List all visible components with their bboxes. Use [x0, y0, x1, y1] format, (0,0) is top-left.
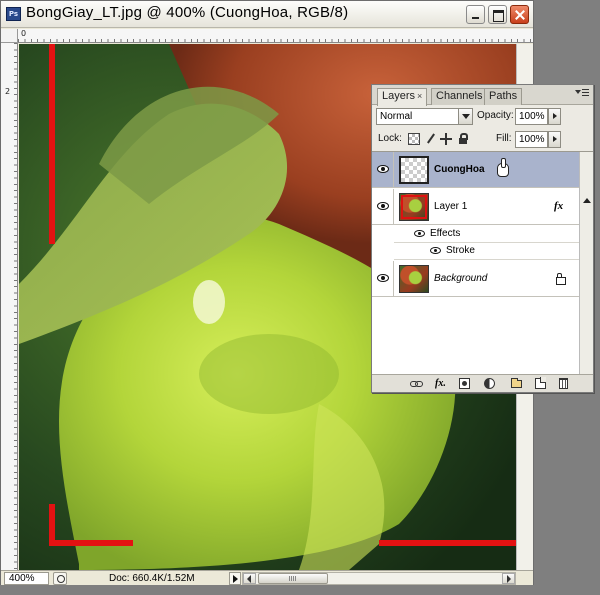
eye-icon[interactable] [377, 165, 389, 173]
visibility-cell[interactable] [372, 189, 394, 224]
tab-layers-label: Layers [382, 90, 416, 102]
scroll-left-button[interactable] [243, 573, 256, 584]
tab-close-icon[interactable]: × [417, 91, 422, 101]
minimize-button[interactable] [466, 5, 485, 24]
scroll-up-arrow-icon[interactable] [583, 198, 591, 203]
chevron-down-icon[interactable] [458, 109, 472, 124]
scroll-thumb[interactable] [258, 573, 328, 584]
new-layer-icon[interactable] [535, 377, 546, 389]
layers-panel: Layers × Channels Paths Normal Opacity: 1… [371, 84, 594, 393]
lock-transparency-icon[interactable] [408, 133, 420, 145]
fill-slider-arrow-icon[interactable] [548, 131, 561, 148]
visibility-cell[interactable] [372, 261, 394, 296]
effects-label: Effects [430, 228, 461, 239]
layer-row-cuonghoa[interactable]: CuongHoa [372, 152, 579, 188]
eye-icon[interactable] [377, 274, 389, 282]
lock-position-move-icon[interactable] [440, 133, 452, 145]
ruler-origin[interactable] [1, 29, 18, 43]
panel-menu-icon[interactable] [575, 89, 589, 101]
tab-channels[interactable]: Channels [431, 88, 488, 105]
photoshop-app-icon: Ps [6, 7, 21, 21]
lock-icon [556, 273, 566, 285]
horizontal-scrollbar[interactable] [242, 572, 516, 585]
layer-effects-fx-icon[interactable]: fx [554, 200, 563, 212]
lock-label: Lock: [378, 133, 402, 144]
layers-list: CuongHoa Layer 1 fx Effects Stroke Backg… [372, 151, 593, 375]
eye-icon[interactable] [377, 202, 389, 210]
stroke-effect-row[interactable]: Stroke [394, 243, 579, 260]
adjustment-layer-icon[interactable] [484, 378, 495, 389]
layer-thumbnail [399, 193, 429, 221]
photoshop-workspace: Ps BongGiay_LT.jpg @ 400% (CuongHoa, RGB… [0, 0, 600, 595]
layer-row-layer-1[interactable]: Layer 1 fx [372, 189, 579, 225]
panel-tab-bar: Layers × Channels Paths [372, 85, 593, 106]
lock-pixels-brush-icon[interactable] [425, 133, 437, 145]
layer-thumbnail [399, 156, 429, 184]
lock-all-icon[interactable] [457, 133, 469, 145]
layer-name: Layer 1 [434, 201, 468, 212]
layer-thumbnail [399, 265, 429, 293]
fill-label: Fill: [496, 133, 512, 144]
horizontal-ruler[interactable]: 0 [18, 29, 533, 43]
doc-size-info: Doc: 660.4K/1.52M [109, 573, 195, 584]
scroll-right-button[interactable] [502, 573, 515, 584]
new-group-icon[interactable] [511, 378, 522, 388]
blend-mode-value: Normal [380, 111, 413, 122]
zoom-level-field[interactable]: 400% [4, 572, 49, 585]
layers-scrollbar[interactable] [579, 152, 593, 375]
eye-icon[interactable] [430, 247, 441, 254]
add-mask-icon[interactable] [459, 378, 470, 389]
status-info-icon[interactable] [53, 572, 67, 585]
trash-icon[interactable] [559, 378, 568, 389]
eye-icon[interactable] [414, 230, 425, 237]
status-menu-arrow-icon[interactable] [229, 572, 241, 585]
effects-row[interactable]: Effects [394, 226, 579, 243]
ruler-mark-0: 0 [21, 29, 27, 38]
layer-name: Background [434, 273, 488, 284]
add-layer-style-fx-icon[interactable]: fx. [435, 378, 446, 389]
stroke-effect-label: Stroke [446, 245, 475, 256]
layer-name: CuongHoa [434, 164, 485, 175]
panel-bottom-toolbar: fx. [372, 374, 593, 392]
tab-paths[interactable]: Paths [484, 88, 523, 105]
maximize-button[interactable] [488, 5, 507, 24]
ruler-mark-2: 2 [5, 87, 11, 96]
status-bar: 400% Doc: 660.4K/1.52M [1, 570, 533, 585]
document-titlebar[interactable]: Ps BongGiay_LT.jpg @ 400% (CuongHoa, RGB… [1, 1, 533, 28]
opacity-field[interactable]: 100% [515, 108, 548, 125]
blend-mode-select[interactable]: Normal [376, 108, 473, 125]
close-button[interactable] [510, 5, 529, 24]
fill-field[interactable]: 100% [515, 131, 548, 148]
visibility-cell[interactable] [372, 152, 394, 187]
link-layers-icon[interactable] [410, 378, 423, 389]
document-title: BongGiay_LT.jpg @ 400% (CuongHoa, RGB/8) [26, 4, 349, 21]
hand-cursor-icon [497, 158, 509, 177]
opacity-label: Opacity: [477, 110, 514, 121]
opacity-slider-arrow-icon[interactable] [548, 108, 561, 125]
layer-row-background[interactable]: Background [372, 261, 579, 297]
vertical-ruler[interactable]: 2 [1, 43, 18, 570]
tab-layers[interactable]: Layers × [377, 88, 428, 106]
